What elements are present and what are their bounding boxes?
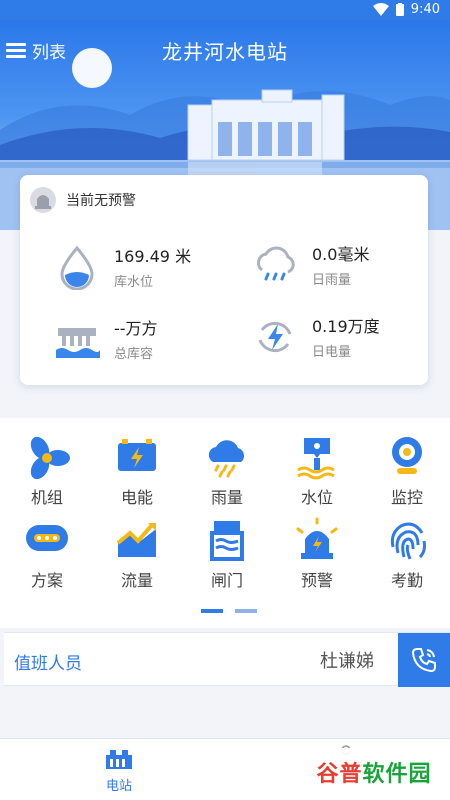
menu-item-monitor[interactable]: 监控 [362, 434, 450, 508]
rain-cloud-icon [208, 440, 245, 478]
duty-person-name: 杜谦娣 [320, 651, 374, 672]
menu-item-plan[interactable]: 方案 [2, 517, 92, 591]
menu-item-label: 方案 [30, 571, 63, 590]
menu-item-label: 雨量 [210, 488, 243, 507]
watermark-text-a: 谷普 [316, 762, 363, 787]
metric-label: 总库容 [114, 347, 154, 362]
water-gauge-icon [297, 438, 335, 480]
watermark-text-b: 软件园 [362, 762, 432, 787]
metric-daily-energy[interactable]: 0.19万度 日电量 [252, 313, 380, 360]
menu-item-rainfall[interactable]: 雨量 [182, 434, 272, 508]
metric-value: --万方 [114, 319, 158, 338]
metric-value: 0.19万度 [312, 317, 380, 336]
alert-status: 当前无预警 [30, 187, 136, 213]
power-cycle-icon [258, 321, 292, 352]
metric-value: 0.0毫米 [312, 245, 370, 264]
menu-item-energy[interactable]: 电能 [92, 434, 182, 508]
phone-icon [411, 648, 436, 673]
menu-item-label: 流量 [120, 571, 153, 590]
menu-item-label: 考勤 [390, 571, 423, 590]
status-time: 9:40 [410, 2, 440, 17]
menu-item-water-level[interactable]: 水位 [272, 434, 362, 508]
menu-item-attendance[interactable]: 考勤 [362, 517, 450, 591]
menu-item-label: 预警 [300, 571, 333, 590]
metric-total-capacity[interactable]: --万方 总库容 [54, 315, 158, 362]
menu-item-unit[interactable]: 机组 [2, 434, 92, 508]
plan-icon [26, 525, 68, 551]
fingerprint-icon [390, 522, 426, 560]
watermark-logo: 谷普 软件园 [306, 748, 442, 796]
metric-label: 日电量 [312, 345, 352, 360]
alert-status-text: 当前无预警 [66, 193, 136, 209]
page-dot-active[interactable] [201, 609, 223, 613]
trend-chart-icon [116, 523, 156, 557]
camera-icon [392, 437, 422, 474]
rain-cloud-icon [257, 246, 295, 280]
page-dot[interactable] [235, 609, 257, 613]
metric-water-level[interactable]: 169.49 米 库水位 [54, 243, 191, 290]
menu-item-label: 机组 [30, 488, 63, 507]
battery-status-icon [395, 2, 404, 16]
top-bar: 列表 龙井河水电站 [0, 20, 450, 78]
battery-icon [118, 439, 156, 471]
status-bar: 9:40 [0, 0, 450, 20]
metric-value: 169.49 米 [114, 247, 192, 266]
menu-item-flow[interactable]: 流量 [92, 517, 182, 591]
menu-item-label: 监控 [390, 488, 423, 507]
menu-item-label: 闸门 [210, 571, 243, 590]
nav-item-label: 电站 [105, 779, 132, 794]
menu-item-label: 电能 [120, 488, 153, 507]
page-title: 龙井河水电站 [162, 40, 288, 64]
alarm-light-icon [296, 517, 338, 559]
wifi-icon [372, 2, 389, 16]
page-indicator [201, 609, 257, 613]
call-button[interactable] [398, 633, 450, 687]
duty-label: 值班人员 [14, 654, 82, 674]
menu-item-label: 水位 [300, 488, 333, 507]
water-drop-icon [60, 245, 94, 290]
reservoir-icon [56, 327, 100, 358]
gate-icon [210, 521, 244, 561]
duty-bar: 值班人员 杜谦娣 [4, 632, 450, 687]
nav-item-station[interactable]: 电站 [92, 747, 146, 794]
metric-label: 库水位 [114, 275, 154, 290]
fan-icon [30, 436, 70, 480]
warning-light-icon [30, 187, 56, 213]
metric-daily-rainfall[interactable]: 0.0毫米 日雨量 [252, 241, 369, 288]
metric-label: 日雨量 [312, 273, 352, 288]
station-icon [106, 750, 132, 769]
menu-item-alert[interactable]: 预警 [272, 517, 362, 591]
menu-item-gate[interactable]: 闸门 [182, 517, 272, 591]
monitoring-card: 当前无预警 169.49 米 库水位 0.0毫米 日雨量 --万方 总库容 0.… [20, 175, 428, 385]
bottom-nav: 电站 谷普 软件园 [0, 738, 450, 800]
